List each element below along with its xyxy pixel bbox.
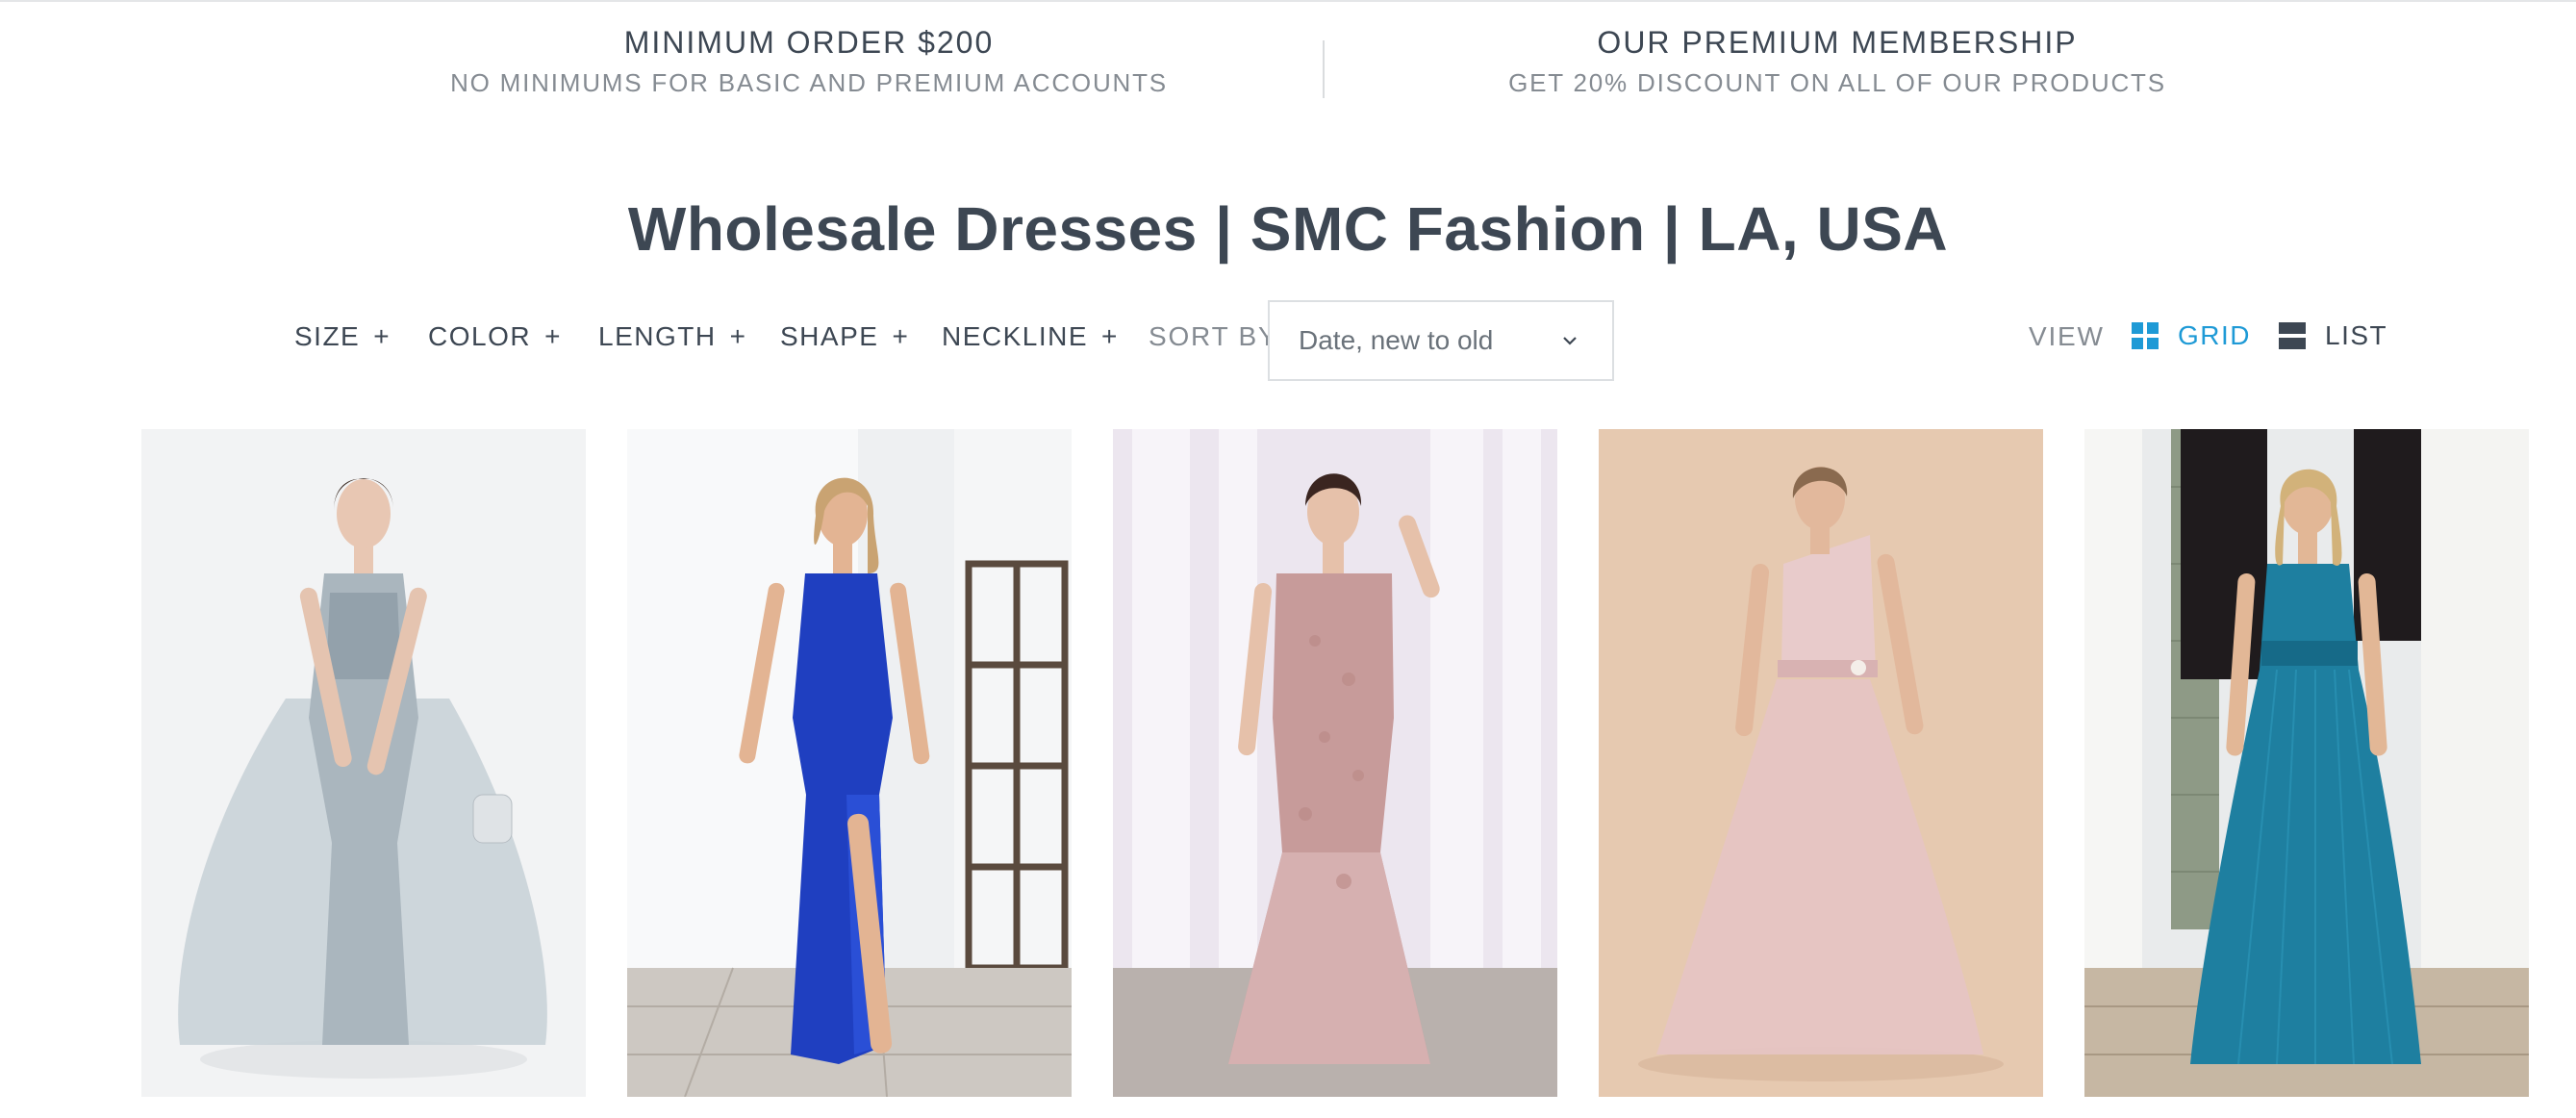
filter-label: SHAPE	[780, 321, 879, 351]
product-image	[627, 429, 1072, 1097]
product-card[interactable]	[141, 429, 586, 1097]
filter-label: COLOR	[428, 321, 532, 351]
filter-label: SIZE	[294, 321, 361, 351]
sort-selected-value: Date, new to old	[1299, 325, 1494, 355]
promo-bar: MINIMUM ORDER $200 NO MINIMUMS FOR BASIC…	[0, 21, 2576, 108]
promo-subtitle: NO MINIMUMS FOR BASIC AND PREMIUM ACCOUN…	[450, 68, 1168, 97]
filter-shape[interactable]: SHAPE +	[780, 318, 909, 356]
promo-premium-membership[interactable]: OUR PREMIUM MEMBERSHIP GET 20% DISCOUNT …	[1452, 21, 2222, 102]
filter-neckline[interactable]: NECKLINE +	[942, 318, 1119, 356]
grid-icon	[2132, 322, 2159, 349]
top-border	[0, 0, 2576, 2]
product-card[interactable]	[1599, 429, 2043, 1097]
plus-icon: +	[892, 321, 910, 351]
filter-length[interactable]: LENGTH +	[598, 318, 746, 356]
filter-toolbar: SIZE + COLOR + LENGTH + SHAPE + NECKLINE + SO…	[0, 298, 2576, 381]
filter-label: LENGTH	[598, 321, 717, 351]
view-list-option[interactable]: LIST	[2279, 314, 2387, 358]
product-image	[1113, 429, 1557, 1097]
chevron-down-icon	[1563, 337, 1577, 345]
filter-color[interactable]: COLOR +	[428, 318, 562, 356]
filter-label: NECKLINE	[942, 321, 1089, 351]
plus-icon: +	[729, 321, 747, 351]
promo-title: OUR PREMIUM MEMBERSHIP	[1597, 25, 2078, 60]
sort-by-label: SORT BY	[1149, 321, 1278, 351]
plus-icon: +	[544, 321, 562, 351]
product-card[interactable]	[627, 429, 1072, 1097]
product-card[interactable]	[1113, 429, 1557, 1097]
list-icon	[2279, 322, 2306, 349]
product-image	[1599, 429, 2043, 1097]
sort-select[interactable]: Date, new to old	[1268, 300, 1614, 381]
promo-divider	[1323, 40, 1325, 98]
promo-subtitle: GET 20% DISCOUNT ON ALL OF OUR PRODUCTS	[1508, 68, 2166, 97]
product-card[interactable]	[2084, 429, 2529, 1097]
view-label: VIEW	[2029, 321, 2105, 351]
promo-minimum-order[interactable]: MINIMUM ORDER $200 NO MINIMUMS FOR BASIC…	[424, 21, 1194, 102]
product-image	[141, 429, 586, 1097]
view-grid-label: GRID	[2178, 320, 2251, 350]
view-grid-option[interactable]: GRID	[2132, 314, 2251, 358]
plus-icon: +	[1101, 321, 1119, 351]
plus-icon: +	[373, 321, 391, 351]
filter-size[interactable]: SIZE +	[294, 318, 391, 356]
product-image	[2084, 429, 2529, 1097]
promo-title: MINIMUM ORDER $200	[623, 25, 995, 60]
product-grid	[141, 429, 2529, 1097]
view-list-label: LIST	[2325, 320, 2388, 350]
page-title: Wholesale Dresses | SMC Fashion | LA, US…	[627, 194, 1949, 264]
